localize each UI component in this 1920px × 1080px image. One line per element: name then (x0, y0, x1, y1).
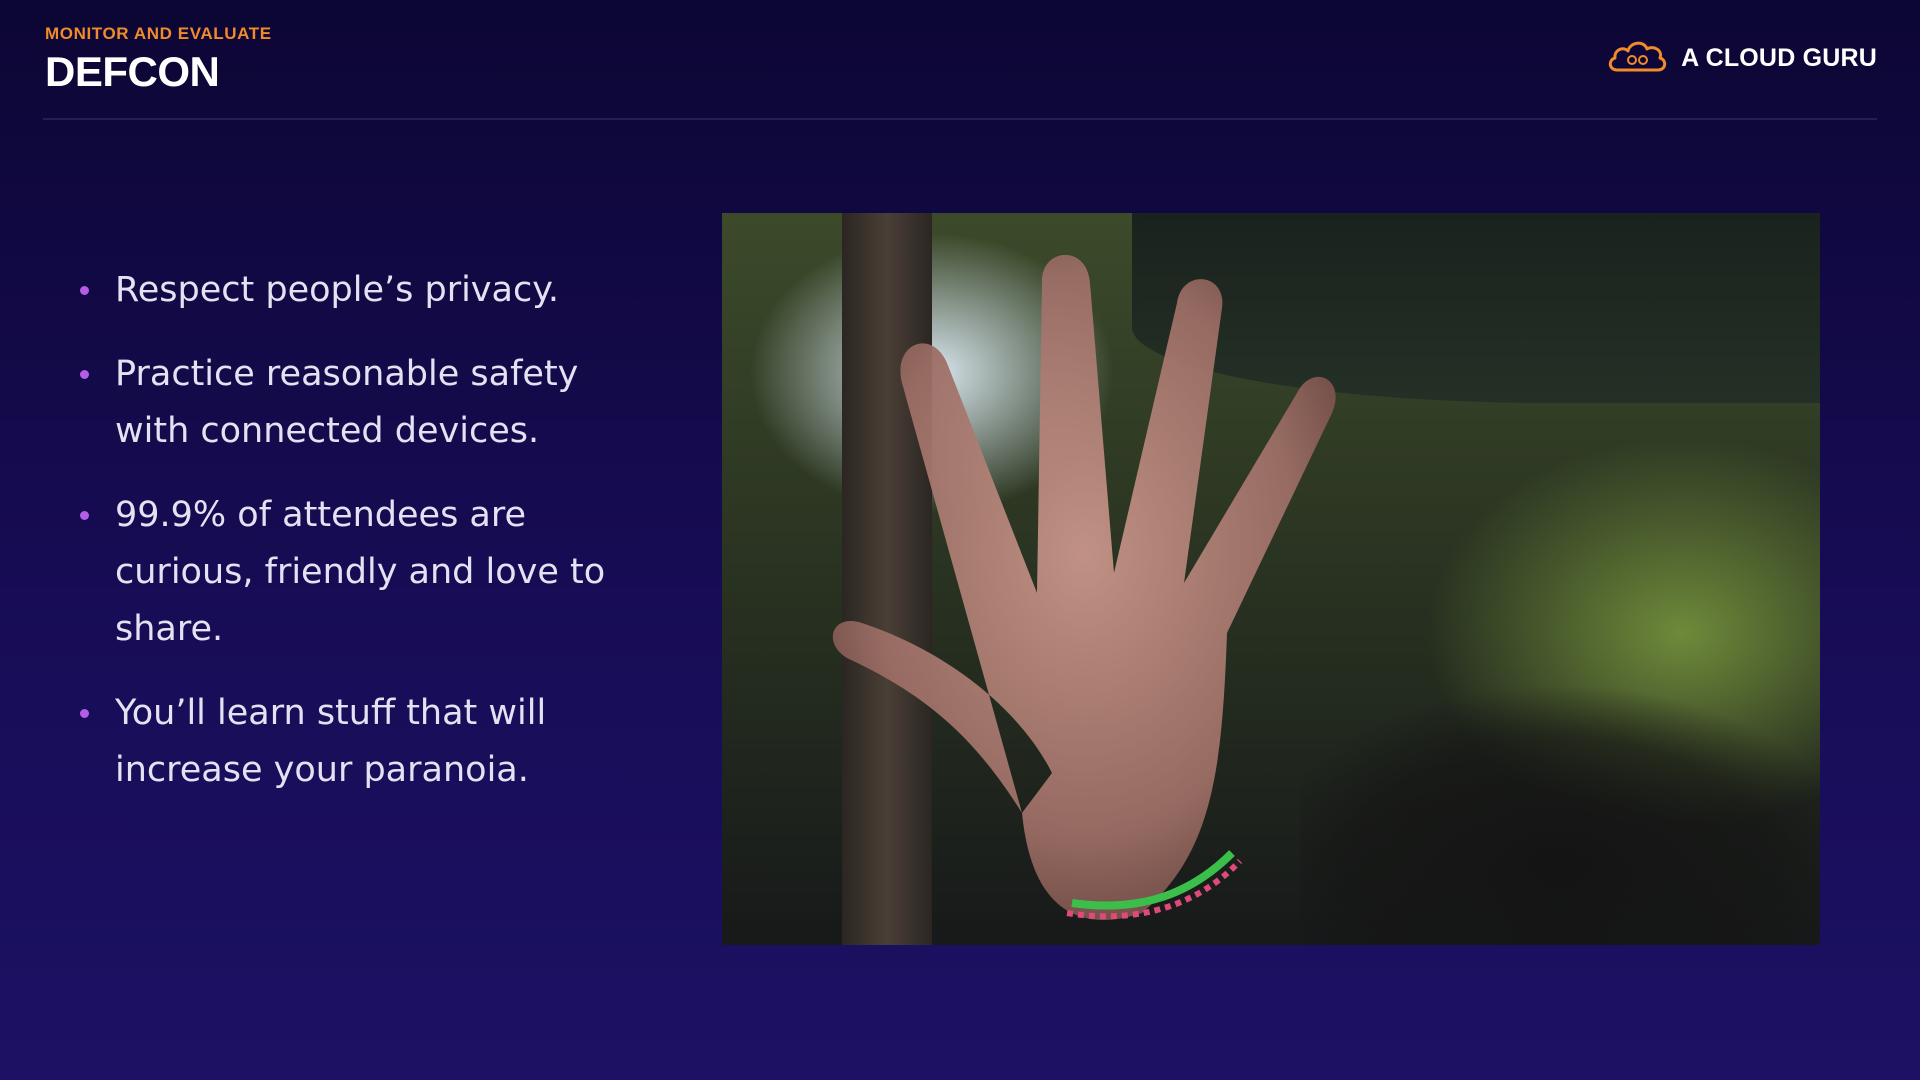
bullet-dot-icon (80, 511, 89, 520)
bullet-text: Practice reasonable safety with connecte… (115, 354, 579, 451)
bullet-text: You’ll learn stuff that will increase yo… (115, 693, 547, 790)
brand-logo: A CLOUD GURU (1605, 36, 1877, 81)
bullet-dot-icon (80, 709, 89, 718)
slide-header: MONITOR AND EVALUATE DEFCON (45, 24, 272, 96)
bullet-text: 99.9% of attendees are curious, friendly… (115, 495, 606, 649)
header-divider (43, 118, 1877, 120)
bullet-item: 99.9% of attendees are curious, friendly… (80, 487, 620, 658)
raised-hand-icon (832, 254, 1336, 920)
hand-stop-photo (722, 213, 1820, 945)
bullet-item: You’ll learn stuff that will increase yo… (80, 685, 620, 799)
bullet-item: Practice reasonable safety with connecte… (80, 346, 620, 460)
cloud-logo-icon (1605, 36, 1669, 81)
bullet-dot-icon (80, 286, 89, 295)
bullet-dot-icon (80, 370, 89, 379)
bullet-item: Respect people’s privacy. (80, 262, 620, 319)
brand-name: A CLOUD GURU (1681, 44, 1877, 72)
slide-title: DEFCON (45, 48, 220, 95)
bullet-text: Respect people’s privacy. (115, 270, 560, 310)
section-kicker: MONITOR AND EVALUATE (45, 24, 272, 43)
bullet-list: Respect people’s privacy. Practice reaso… (80, 262, 620, 826)
